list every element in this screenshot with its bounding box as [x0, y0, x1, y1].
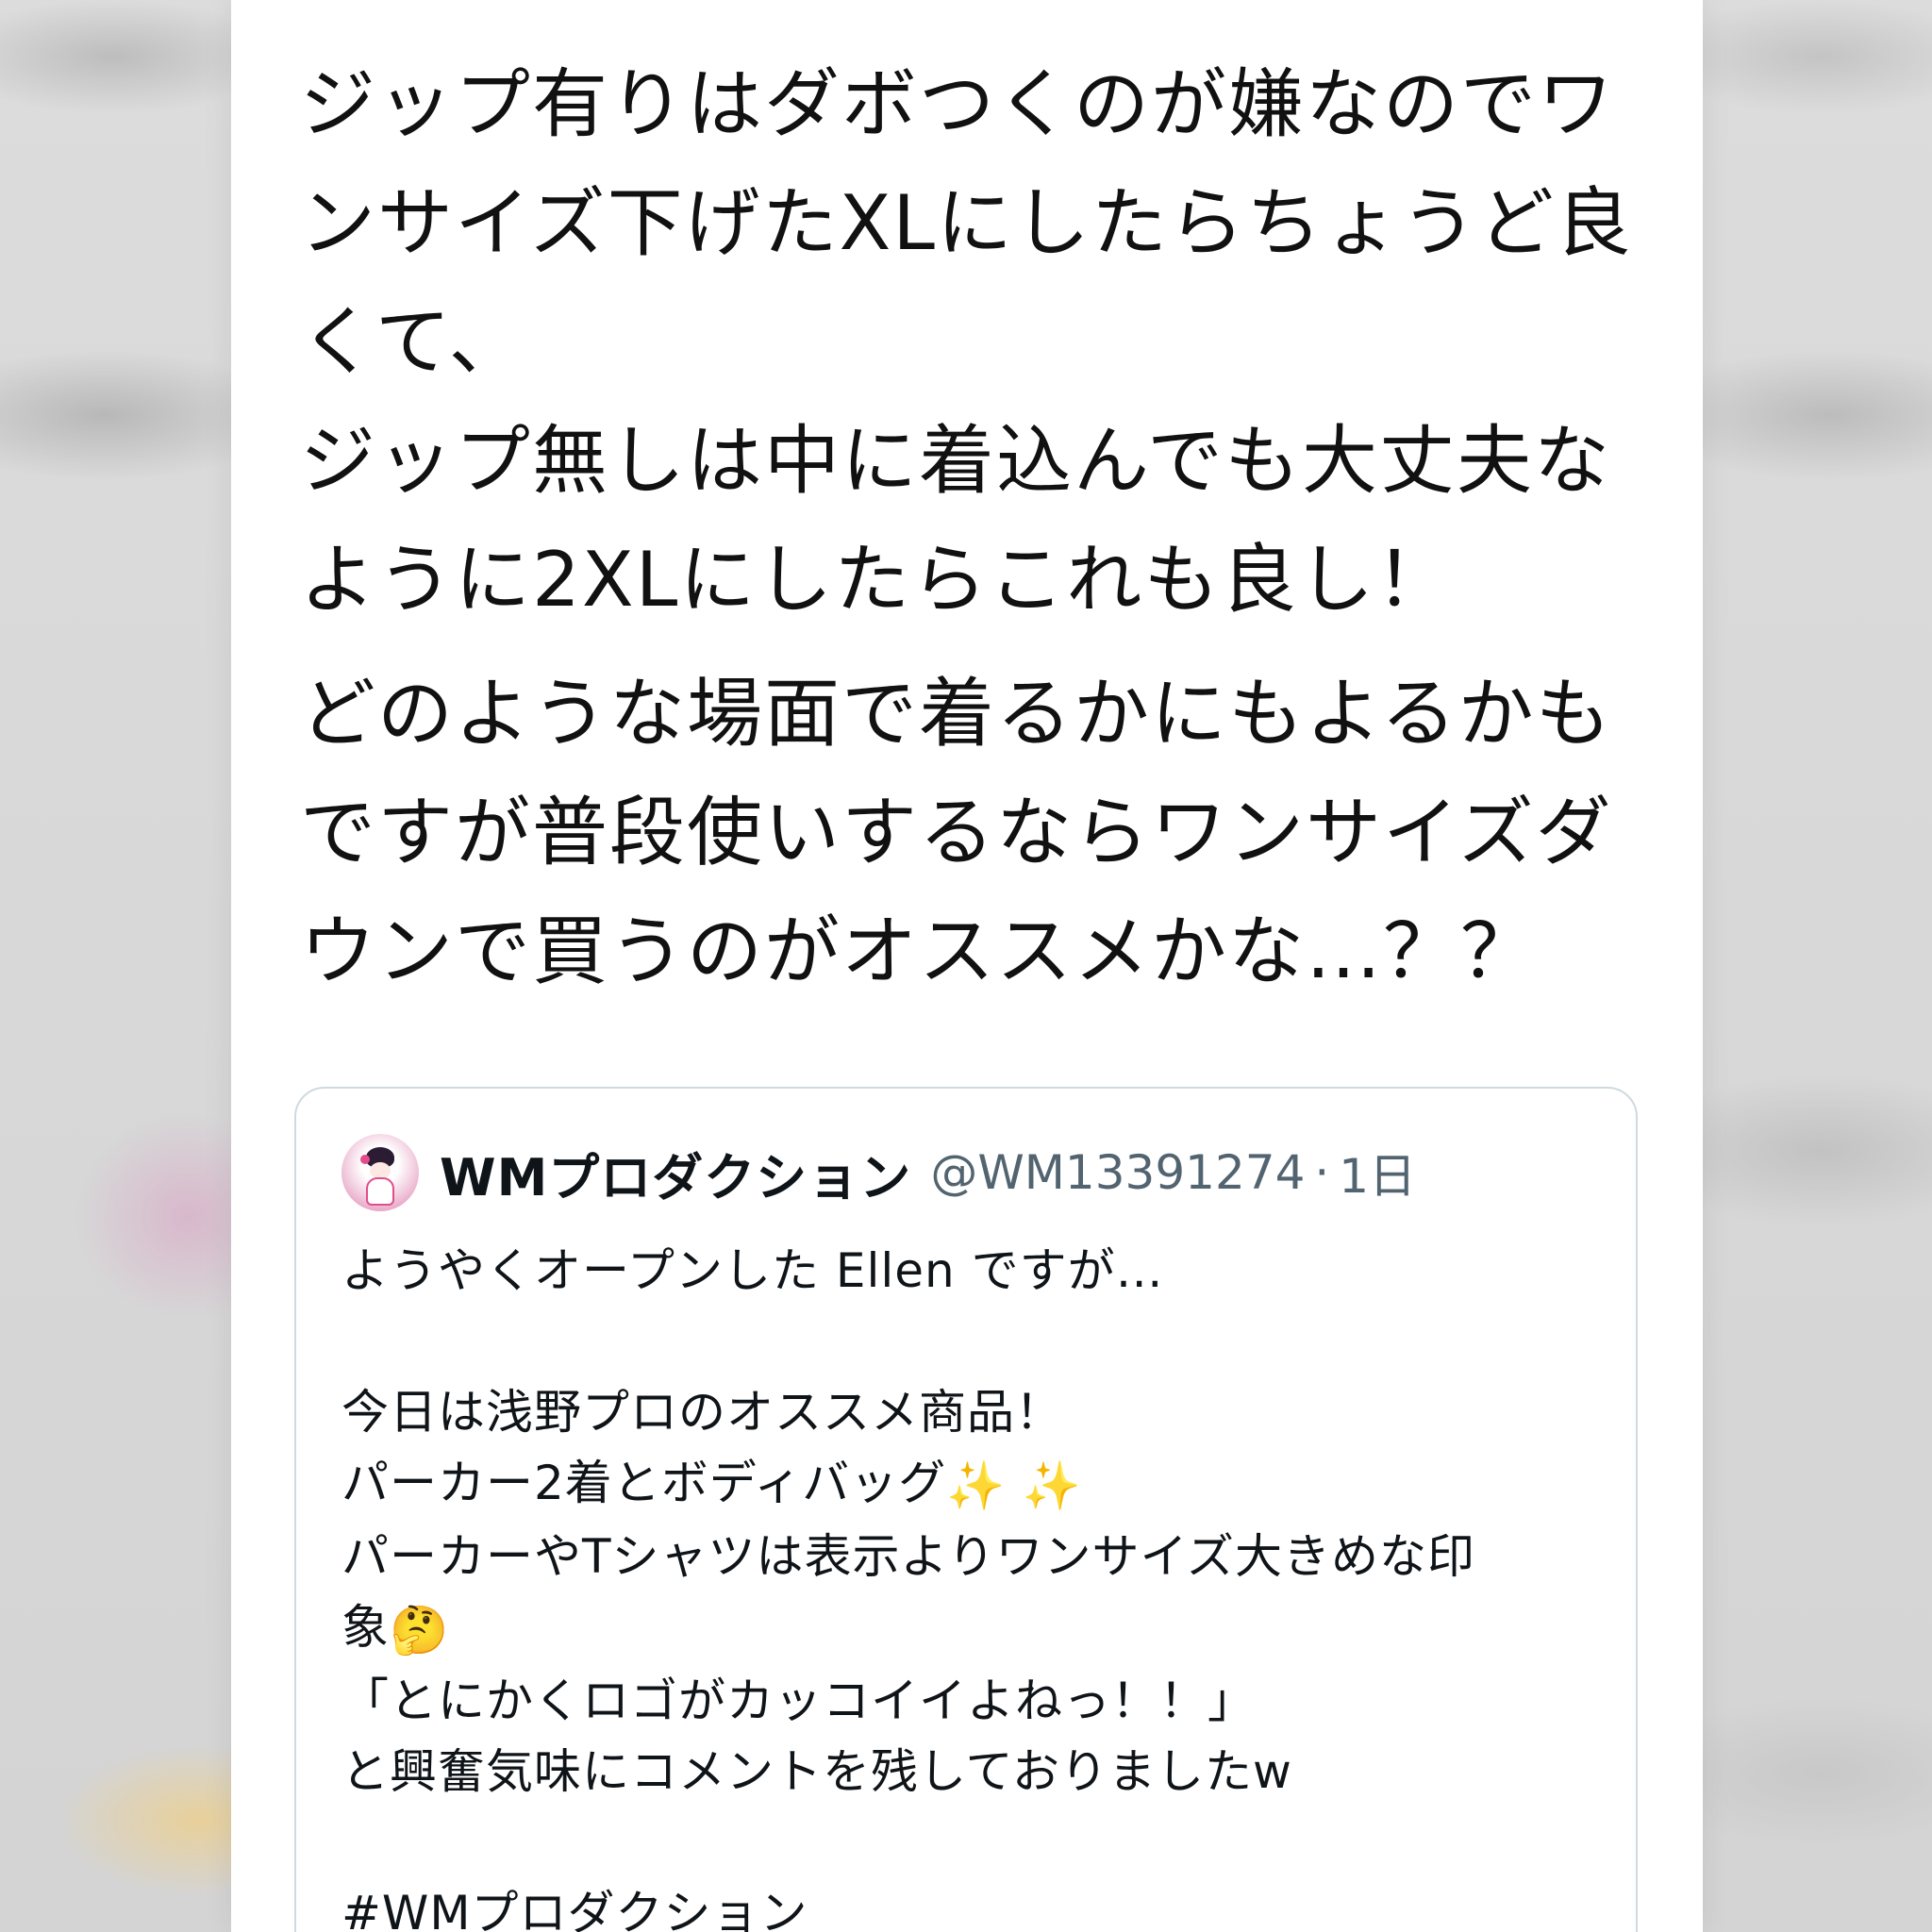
separator-dot: · — [1314, 1145, 1330, 1200]
quote-line-text: パーカー2着とボディバッグ — [341, 1456, 947, 1510]
avatar[interactable] — [341, 1134, 419, 1211]
tweet-paragraph: ジップ有りはダボつくのが嫌なのでワンサイズ下げたXLにしたらちょうど良くて、 ジ… — [300, 60, 1633, 624]
tweet-paragraph: どのような場面で着るかにもよるかもですが普段使いするならワンサイズダウンで買うの… — [300, 670, 1613, 995]
quote-line: と興奮気味にコメントを残しておりましたw — [341, 1744, 1292, 1799]
quoted-tweet-header: WMプロダクション @WM13391274 · 1日 — [341, 1132, 1416, 1213]
quote-line: 今日は浅野プロのオススメ商品！ — [341, 1385, 1063, 1440]
thinking-face-icon: 🤔 — [390, 1603, 450, 1657]
tweet-text: ジップ有りはダボつくのが嫌なのでワンサイズ下げたXLにしたらちょうど良くて、 ジ… — [300, 45, 1658, 1026]
quote-line-text: 象 — [341, 1600, 390, 1655]
quote-line — [341, 1807, 1606, 1878]
quote-line: 「とにかくロゴがカッコイイよねっ！！」 — [341, 1674, 1256, 1728]
quote-line: ようやくオープンした Ellen ですが… — [341, 1243, 1164, 1298]
quoted-tweet[interactable]: WMプロダクション @WM13391274 · 1日 ようやくオープンした El… — [294, 1087, 1638, 1932]
user-handle: @WM13391274 — [930, 1145, 1306, 1200]
quote-line — [341, 1307, 1606, 1377]
hashtag-link[interactable]: #WMプロダクション — [341, 1878, 1606, 1932]
quote-line-with-emoji: 象🤔 — [341, 1592, 1606, 1666]
quote-line-with-emoji: パーカー2着とボディバッグ✨ ✨ — [341, 1448, 1606, 1522]
sparkles-icon: ✨ ✨ — [946, 1458, 1082, 1513]
timestamp[interactable]: 1日 — [1339, 1139, 1416, 1207]
quote-line: パーカーやTシャツは表示よりワンサイズ大きめな印 — [341, 1529, 1476, 1584]
quoted-tweet-text: ようやくオープンした Ellen ですが… 今日は浅野プロのオススメ商品！ パー… — [341, 1236, 1606, 1932]
display-name[interactable]: WMプロダクション — [440, 1136, 911, 1210]
